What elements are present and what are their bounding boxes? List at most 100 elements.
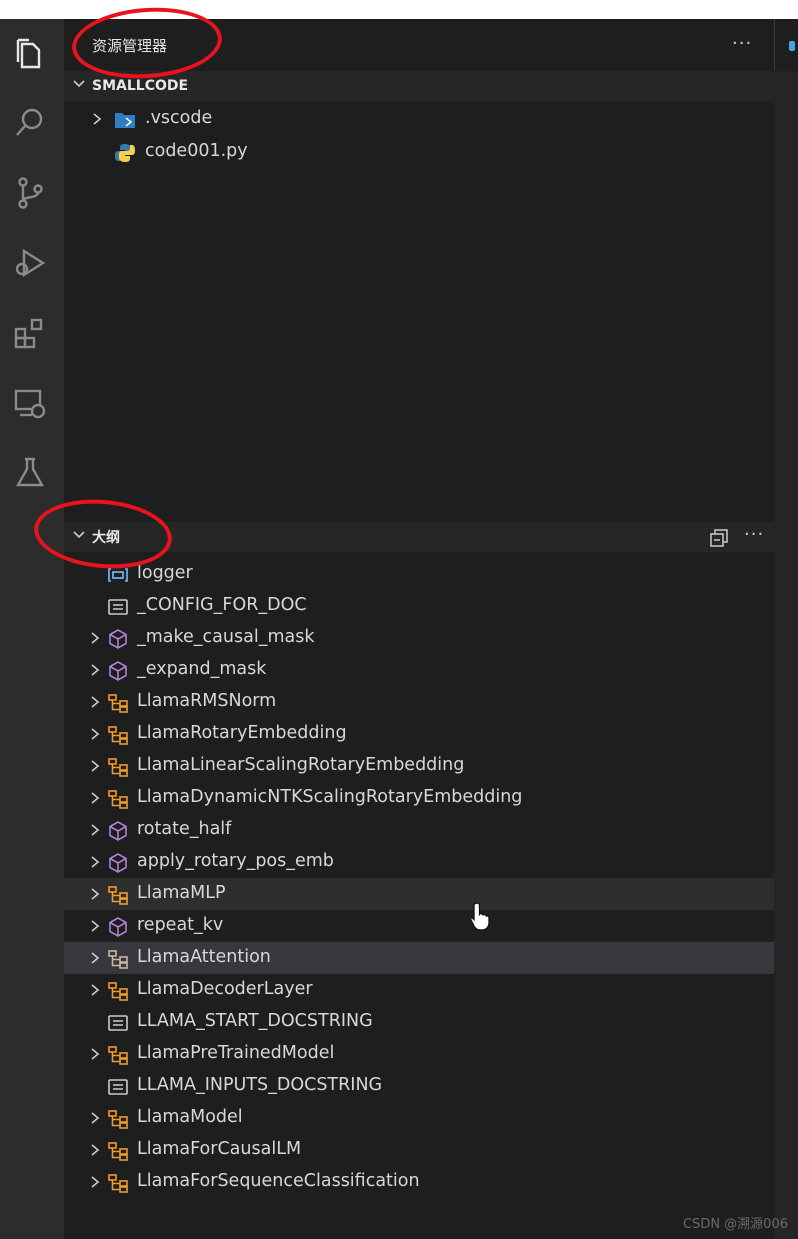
outline-item-label: LlamaRMSNorm [137, 691, 277, 711]
outline-item[interactable]: LlamaRotaryEmbedding [64, 718, 774, 750]
python-file-icon [115, 144, 135, 162]
file-tree-item-code001[interactable]: code001.py [64, 136, 774, 168]
outline-item-label: logger [137, 563, 193, 583]
class-symbol-icon [107, 756, 129, 778]
outline-item-label: LLAMA_START_DOCSTRING [137, 1011, 373, 1031]
chevron-right-icon [91, 856, 100, 868]
outline-item[interactable]: LlamaForCausalLM [64, 1134, 774, 1166]
class-symbol-icon [107, 884, 129, 906]
outline-item-label: LlamaModel [137, 1107, 243, 1127]
outline-item[interactable]: LlamaDynamicNTKScalingRotaryEmbedding [64, 782, 774, 814]
outline-item[interactable]: _expand_mask [64, 654, 774, 686]
outline-item[interactable]: _make_causal_mask [64, 622, 774, 654]
file-label: code001.py [145, 141, 248, 161]
outline-item[interactable]: LlamaLinearScalingRotaryEmbedding [64, 750, 774, 782]
workspace-name: SMALLCODE [92, 78, 189, 94]
variable-symbol-icon [107, 564, 129, 586]
explorer-title: 资源管理器 [92, 37, 168, 55]
outline-item[interactable]: rotate_half [64, 814, 774, 846]
chevron-right-icon [91, 792, 100, 804]
chevron-right-icon [91, 1144, 100, 1156]
outline-item-label: LlamaPreTrainedModel [137, 1043, 335, 1063]
outline-more-actions-icon[interactable]: ··· [744, 524, 764, 545]
chevron-down-icon [73, 531, 85, 539]
outline-item[interactable]: _CONFIG_FOR_DOC [64, 590, 774, 622]
file-tree-item-vscode[interactable]: .vscode [64, 103, 774, 135]
chevron-right-icon [93, 113, 102, 125]
outline-item-label: LlamaForCausalLM [137, 1139, 302, 1159]
chevron-right-icon [91, 1176, 100, 1188]
outline-item[interactable]: LlamaDecoderLayer [64, 974, 774, 1006]
method-symbol-icon [107, 660, 129, 682]
class-symbol-icon [107, 1140, 129, 1162]
file-label: .vscode [145, 108, 213, 128]
outline-item-label: _expand_mask [137, 659, 267, 679]
chevron-right-icon [91, 1048, 100, 1060]
chevron-right-icon [91, 888, 100, 900]
remote-explorer-icon[interactable] [10, 383, 50, 423]
watermark: CSDN @溯源006 [682, 1217, 788, 1232]
outline-item[interactable]: LlamaAttention [64, 942, 774, 974]
chevron-right-icon [91, 824, 100, 836]
explorer-title-bar: 资源管理器 ··· [64, 19, 774, 71]
chevron-right-icon [91, 728, 100, 740]
method-symbol-icon [107, 852, 129, 874]
explorer-icon[interactable] [10, 33, 50, 73]
vscode-folder-icon [115, 113, 135, 128]
constant-symbol-icon [107, 596, 129, 618]
outline-title: 大纲 [92, 530, 120, 546]
constant-symbol-icon [107, 1012, 129, 1034]
class-symbol-icon [107, 692, 129, 714]
constant-symbol-icon [107, 1076, 129, 1098]
outline-item-label: LlamaMLP [137, 883, 226, 903]
chevron-right-icon [91, 664, 100, 676]
chevron-right-icon [91, 1112, 100, 1124]
editor-tab-stub[interactable] [774, 19, 798, 71]
extensions-icon[interactable] [10, 313, 50, 353]
outline-item-label: LlamaAttention [137, 947, 271, 967]
search-icon[interactable] [10, 103, 50, 143]
outline-item[interactable]: apply_rotary_pos_emb [64, 846, 774, 878]
source-control-icon[interactable] [10, 173, 50, 213]
chevron-right-icon [91, 952, 100, 964]
outline-item[interactable]: LLAMA_INPUTS_DOCSTRING [64, 1070, 774, 1102]
hand-cursor-icon [471, 902, 490, 931]
outline-item[interactable]: LLAMA_START_DOCSTRING [64, 1006, 774, 1038]
outline-item-label: _CONFIG_FOR_DOC [137, 595, 307, 615]
run-debug-icon[interactable] [10, 243, 50, 283]
workspace-section-header[interactable]: SMALLCODE [64, 71, 774, 101]
chevron-right-icon [91, 984, 100, 996]
activity-bar [0, 19, 64, 1239]
outline-item[interactable]: LlamaRMSNorm [64, 686, 774, 718]
outline-item[interactable]: LlamaModel [64, 1102, 774, 1134]
outline-item[interactable]: LlamaForSequenceClassification [64, 1166, 774, 1198]
outline-item-label: LlamaDynamicNTKScalingRotaryEmbedding [137, 787, 523, 807]
outline-item-label: _make_causal_mask [137, 627, 315, 647]
top-white-strip [0, 0, 798, 19]
outline-item-label: LlamaDecoderLayer [137, 979, 313, 999]
outline-section-header[interactable]: 大纲 ··· [64, 522, 774, 552]
outline-item[interactable]: repeat_kv [64, 910, 774, 942]
outline-item[interactable]: LlamaPreTrainedModel [64, 1038, 774, 1070]
chevron-right-icon [91, 760, 100, 772]
outline-item-label: LlamaLinearScalingRotaryEmbedding [137, 755, 465, 775]
class-symbol-icon [107, 1108, 129, 1130]
class-symbol-icon [107, 980, 129, 1002]
outline-item-label: apply_rotary_pos_emb [137, 851, 334, 871]
class-symbol-icon [107, 724, 129, 746]
chevron-right-icon [91, 920, 100, 932]
editor-edge [774, 19, 798, 1239]
outline-item-label: rotate_half [137, 819, 232, 839]
outline-item-label: LlamaForSequenceClassification [137, 1171, 420, 1191]
outline-item[interactable]: LlamaMLP [64, 878, 774, 910]
chevron-right-icon [91, 696, 100, 708]
chevron-down-icon [73, 80, 85, 88]
method-symbol-icon [107, 916, 129, 938]
collapse-all-icon[interactable] [709, 528, 729, 548]
outline-item-label: LlamaRotaryEmbedding [137, 723, 347, 743]
class-symbol-icon [107, 948, 129, 970]
method-symbol-icon [107, 628, 129, 650]
testing-icon[interactable] [10, 453, 50, 493]
outline-item[interactable]: logger [64, 558, 774, 590]
explorer-more-actions-icon[interactable]: ··· [732, 33, 752, 54]
